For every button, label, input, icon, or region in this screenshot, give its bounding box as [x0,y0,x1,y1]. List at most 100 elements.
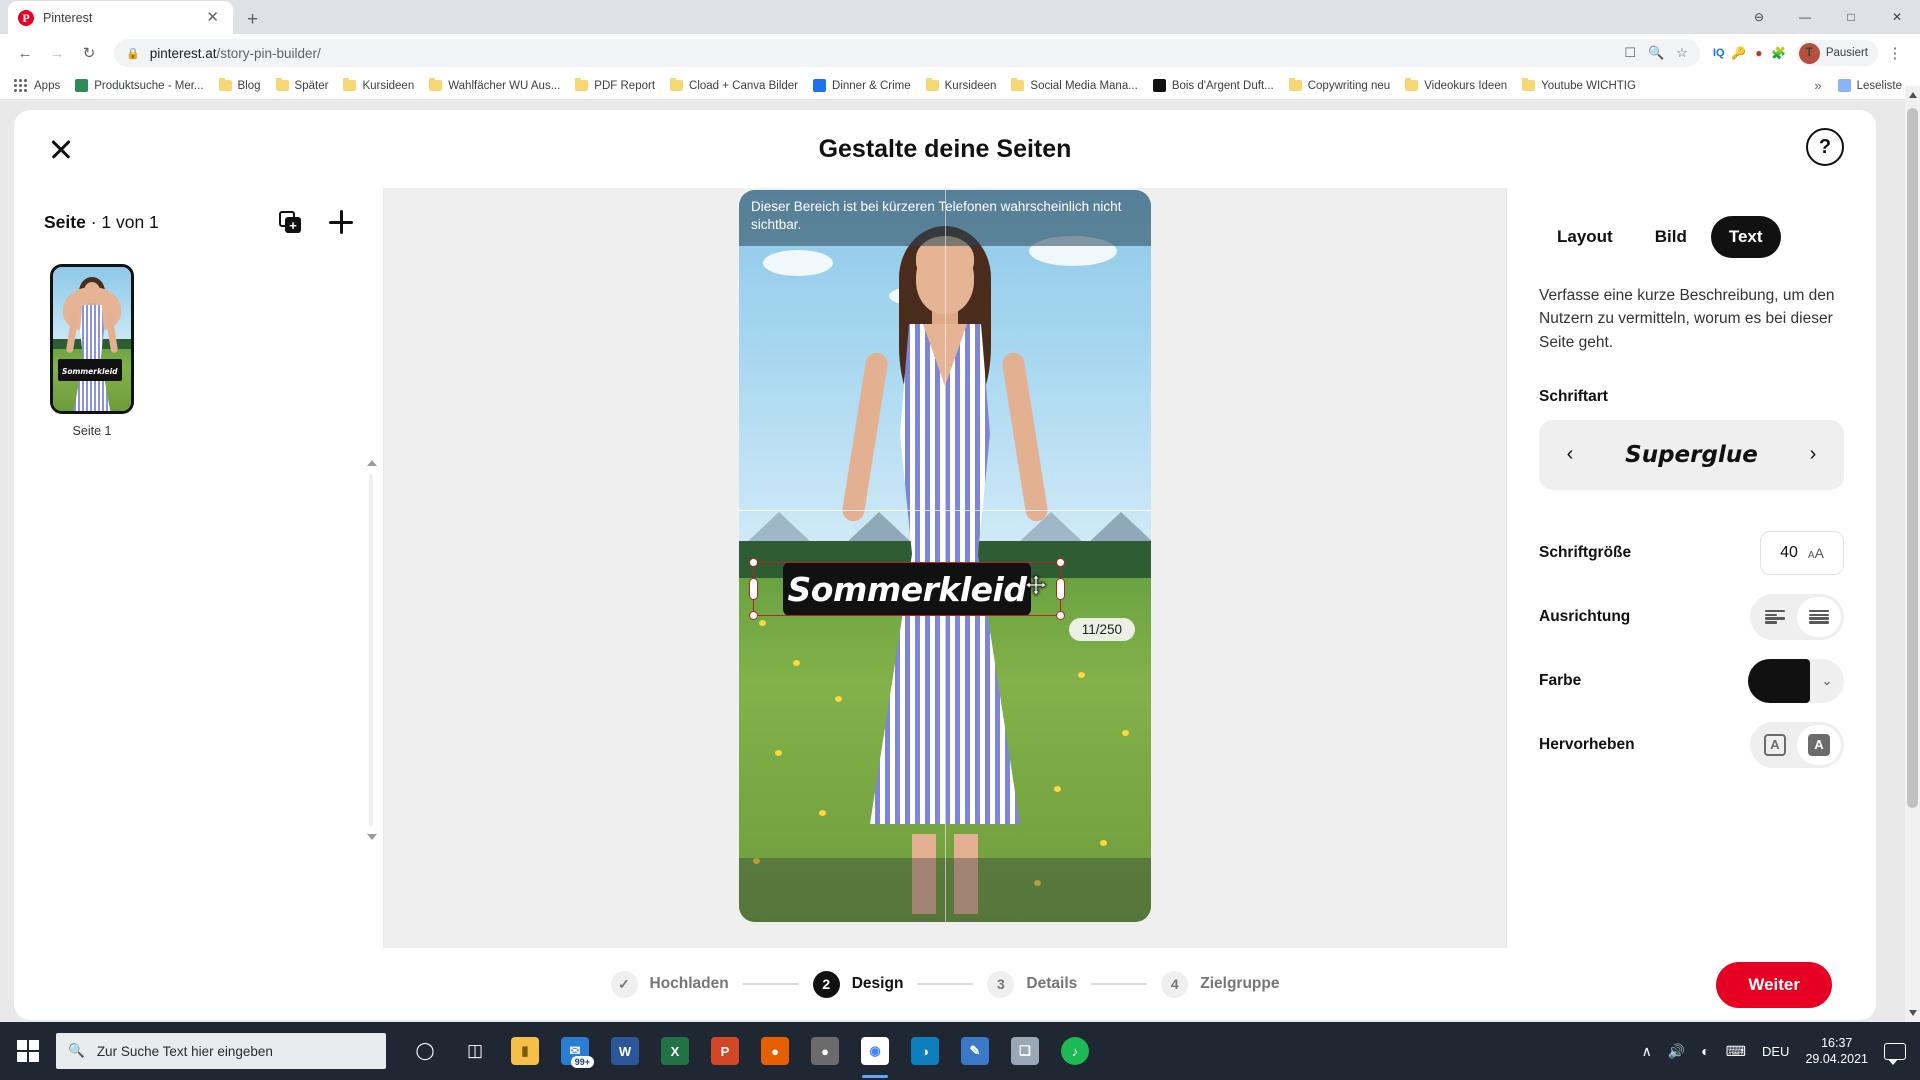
step-zielgruppe[interactable]: 4 Zielgruppe [1161,970,1280,998]
scroll-down-icon[interactable] [367,834,377,840]
photos-icon[interactable]: ❑ [1000,1022,1050,1080]
forward-icon[interactable]: → [42,38,72,68]
pages-scrollbar[interactable] [367,460,377,840]
font-prev-icon[interactable]: ‹ [1559,443,1581,466]
scroll-down-icon[interactable] [1909,1010,1917,1016]
bookmark-item[interactable]: PDF Report [569,77,661,95]
help-icon[interactable]: ? [1806,128,1844,166]
scroll-up-icon[interactable] [1909,92,1917,98]
language-indicator[interactable]: DEU [1762,1044,1789,1059]
duplicate-page-icon[interactable] [279,211,301,233]
wifi-icon[interactable]: ◐ [1701,1043,1709,1059]
page-scrollbar[interactable] [1905,86,1920,1022]
key-extension-icon[interactable]: 🔑 [1730,44,1748,62]
step-details[interactable]: 3 Details [987,970,1077,998]
resize-handle-right[interactable] [1056,578,1065,600]
close-icon[interactable] [46,134,76,164]
edge-icon[interactable]: ◑ [900,1022,950,1080]
bookmark-item[interactable]: Kursideen [920,77,1003,95]
font-next-icon[interactable]: › [1802,443,1824,466]
tab-text[interactable]: Text [1710,216,1781,258]
text-selection-box[interactable] [749,558,1065,620]
powerpoint-icon[interactable]: P [700,1022,750,1080]
font-picker[interactable]: ‹ Superglue › [1539,419,1844,490]
task-view-icon[interactable]: ◫ [450,1022,500,1080]
bookmark-item[interactable]: Blog [213,77,267,95]
resize-handle-bottom-left[interactable] [749,611,758,620]
clock[interactable]: 16:37 29.04.2021 [1805,1035,1868,1068]
address-bar[interactable]: 🔒 pinterest.at/story-pin-builder/ ☐ 🔍 ☆ [114,39,1700,67]
back-icon[interactable]: ← [10,38,40,68]
browser-icon[interactable]: ● [800,1022,850,1080]
bookmark-item[interactable]: Copywriting neu [1283,77,1396,95]
resize-handle-left[interactable] [749,578,758,600]
page-thumbnail-item[interactable]: Sommerkleid Seite 1 [50,264,134,438]
tab-layout[interactable]: Layout [1539,216,1631,258]
editor-icon[interactable]: ✎ [950,1022,1000,1080]
cast-icon[interactable]: ☐ [1624,45,1636,61]
new-tab-button[interactable]: + [247,10,258,29]
bookmark-item[interactable]: Später [270,77,335,95]
color-picker[interactable]: ⌄ [1748,658,1844,703]
bookmark-item[interactable]: Youtube WICHTIG [1516,77,1642,95]
bookmarks-overflow-icon[interactable]: » [1814,78,1821,93]
step-hochladen[interactable]: ✓ Hochladen [610,970,729,998]
bookmark-item[interactable]: Kursideen [337,77,420,95]
browser-tab[interactable]: P Pinterest ✕ [8,1,233,34]
extra-icon[interactable]: ⊖ [1736,0,1782,34]
notification-icon[interactable] [1884,1042,1906,1065]
profile-button[interactable]: T Pausiert [1795,40,1878,66]
highlight-filled-icon[interactable]: A [1797,724,1841,765]
resize-handle-top-left[interactable] [749,558,758,567]
bookmark-item[interactable]: Social Media Mana... [1005,77,1143,95]
cortana-icon[interactable]: ◯ [400,1022,450,1080]
browser-menu-icon[interactable]: ⋮ [1880,38,1910,68]
page-thumbnail[interactable]: Sommerkleid [50,264,134,414]
next-button[interactable]: Weiter [1716,962,1832,1008]
bookmark-item[interactable]: Wahlfächer WU Aus... [423,77,566,95]
excel-icon[interactable]: X [650,1022,700,1080]
file-explorer-icon[interactable]: ▮ [500,1022,550,1080]
font-size-input[interactable]: 40 AA [1760,530,1844,575]
resize-handle-top-right[interactable] [1056,558,1065,567]
spotify-icon[interactable]: ♪ [1050,1022,1100,1080]
pin-canvas[interactable]: Dieser Bereich ist bei kürzeren Telefone… [739,190,1151,922]
bookmark-item[interactable]: Cload + Canva Bilder [664,77,804,95]
scrollbar-thumb[interactable] [1907,108,1918,808]
bookmark-item[interactable]: Bois d'Argent Duft... [1147,76,1280,95]
add-page-icon[interactable] [329,210,353,234]
tab-bild[interactable]: Bild [1637,216,1705,258]
keyboard-icon[interactable]: ⌨ [1726,1043,1746,1060]
reading-list-button[interactable]: Leseliste [1832,76,1908,95]
step-design[interactable]: 2 Design [812,970,903,998]
color-swatch[interactable] [1748,658,1810,703]
bookmark-item[interactable]: Dinner & Crime [807,76,917,95]
scroll-up-icon[interactable] [367,460,377,466]
puzzle-extension-icon[interactable]: 🧩 [1770,44,1788,62]
chrome-icon[interactable]: ◉ [850,1022,900,1080]
align-left-icon[interactable] [1753,597,1797,637]
windows-start-icon[interactable] [0,1022,56,1080]
close-icon[interactable]: ✕ [202,8,223,27]
firefox-icon[interactable]: ● [750,1022,800,1080]
taskbar-search-input[interactable]: 🔍 Zur Suche Text hier eingeben [56,1033,386,1069]
window-close-button[interactable]: ✕ [1874,0,1920,34]
bookmark-apps[interactable]: Apps [8,76,66,96]
mail-icon[interactable]: ✉ 99+ [550,1022,600,1080]
iq-extension-icon[interactable]: IQ [1710,44,1728,62]
resize-handle-bottom-right[interactable] [1056,611,1065,620]
chevron-down-icon[interactable]: ⌄ [1810,673,1844,689]
align-center-icon[interactable] [1797,596,1841,637]
volume-icon[interactable]: 🔊 [1668,1043,1685,1060]
highlight-outline-icon[interactable]: A [1753,725,1797,765]
word-icon[interactable]: W [600,1022,650,1080]
zoom-icon[interactable]: 🔍 [1648,45,1664,61]
shield-extension-icon[interactable]: ● [1750,44,1768,62]
star-icon[interactable]: ☆ [1676,45,1688,61]
tray-chevron-icon[interactable]: ∧ [1642,1043,1652,1060]
reload-icon[interactable]: ↻ [74,38,104,68]
maximize-button[interactable]: □ [1828,0,1874,34]
bookmark-item[interactable]: Produktsuche - Mer... [69,76,209,95]
minimize-button[interactable]: — [1782,0,1828,34]
bookmark-item[interactable]: Videokurs Ideen [1399,77,1513,95]
